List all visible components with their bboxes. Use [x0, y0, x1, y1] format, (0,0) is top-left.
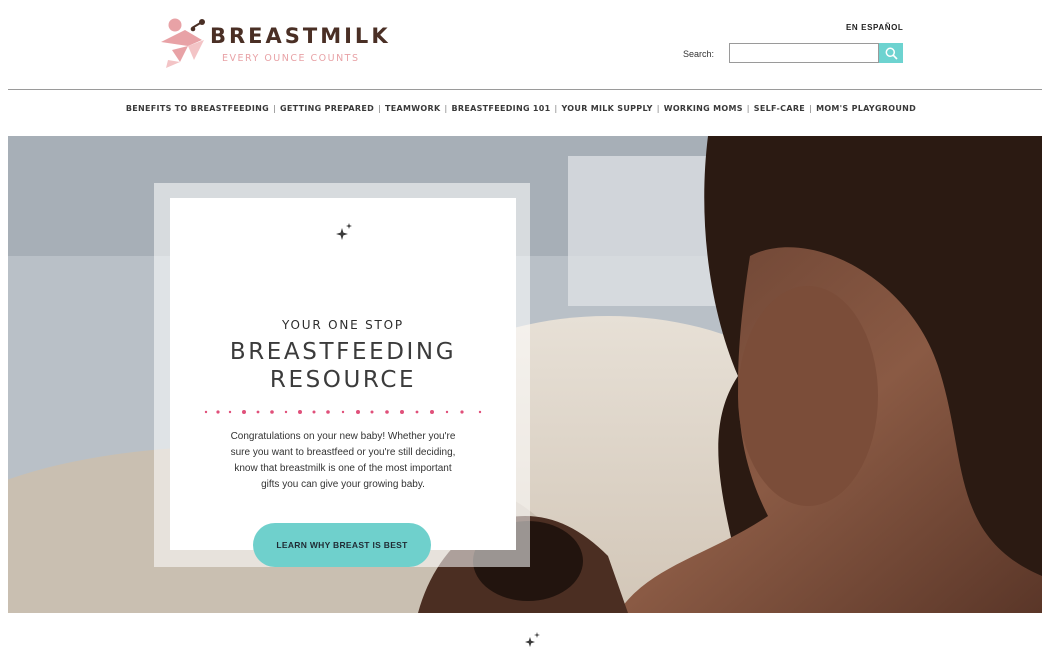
- hero-kicker: YOUR ONE STOP: [282, 318, 404, 332]
- search-button[interactable]: [879, 43, 903, 63]
- hero-body-line: sure you want to breastfeed or you're st…: [230, 447, 456, 458]
- search-input[interactable]: [729, 43, 879, 63]
- nav-separator: |: [444, 104, 448, 113]
- hero-body-line: know that breastmilk is one of the most …: [234, 463, 452, 474]
- site-logo[interactable]: BREASTMILK EVERY OUNCE COUNTS: [158, 16, 388, 76]
- sparkle-icon: [525, 632, 540, 647]
- logo-tagline: EVERY OUNCE COUNTS: [222, 53, 360, 64]
- nav-item-breastfeeding-101[interactable]: BREASTFEEDING 101: [452, 104, 551, 113]
- search-label: Search:: [683, 49, 715, 59]
- sparkle-icon: [336, 223, 352, 240]
- main-nav: BENEFITS TO BREASTFEEDING | GETTING PREPAR…: [0, 104, 1042, 113]
- hero-title-line-1: BREASTFEEDING: [229, 339, 457, 365]
- nav-separator: |: [656, 104, 660, 113]
- hero-body-text: Congratulations on your new baby! Whethe…: [200, 429, 486, 493]
- nav-item-benefits[interactable]: BENEFITS TO BREASTFEEDING: [126, 104, 269, 113]
- nav-item-milk-supply[interactable]: YOUR MILK SUPPLY: [562, 104, 653, 113]
- hero-body-line: Congratulations on your new baby! Whethe…: [230, 431, 456, 442]
- hero-title: BREASTFEEDING RESOURCE: [170, 338, 516, 394]
- nav-item-self-care[interactable]: SELF-CARE: [754, 104, 805, 113]
- nav-item-moms-playground[interactable]: MOM'S PLAYGROUND: [816, 104, 916, 113]
- header-divider: [8, 89, 1042, 90]
- learn-why-breast-is-best-button[interactable]: LEARN WHY BREAST IS BEST: [253, 523, 431, 567]
- search-icon: [885, 47, 898, 60]
- nav-item-teamwork[interactable]: TEAMWORK: [385, 104, 440, 113]
- hero-card: YOUR ONE STOP BREASTFEEDING RESOURCE Con…: [170, 198, 516, 567]
- nav-item-working-moms[interactable]: WORKING MOMS: [664, 104, 743, 113]
- hero-title-line-2: RESOURCE: [269, 367, 417, 393]
- nav-separator: |: [378, 104, 382, 113]
- language-link-espanol[interactable]: EN ESPAÑOL: [846, 23, 903, 32]
- nav-separator: |: [809, 104, 813, 113]
- site-header: BREASTMILK EVERY OUNCE COUNTS EN ESPAÑOL…: [0, 0, 1042, 90]
- nav-separator: |: [273, 104, 276, 113]
- logo-title: BREASTMILK: [210, 24, 391, 48]
- breastfeeding-logo-icon: [161, 18, 205, 68]
- nav-separator: |: [746, 104, 750, 113]
- nav-separator: |: [554, 104, 558, 113]
- decorative-dots: [204, 410, 482, 414]
- hero-body-line: gifts you can give your growing baby.: [261, 479, 425, 490]
- hero-section: YOUR ONE STOP BREASTFEEDING RESOURCE Con…: [8, 136, 1042, 613]
- nav-item-getting-prepared[interactable]: GETTING PREPARED: [280, 104, 374, 113]
